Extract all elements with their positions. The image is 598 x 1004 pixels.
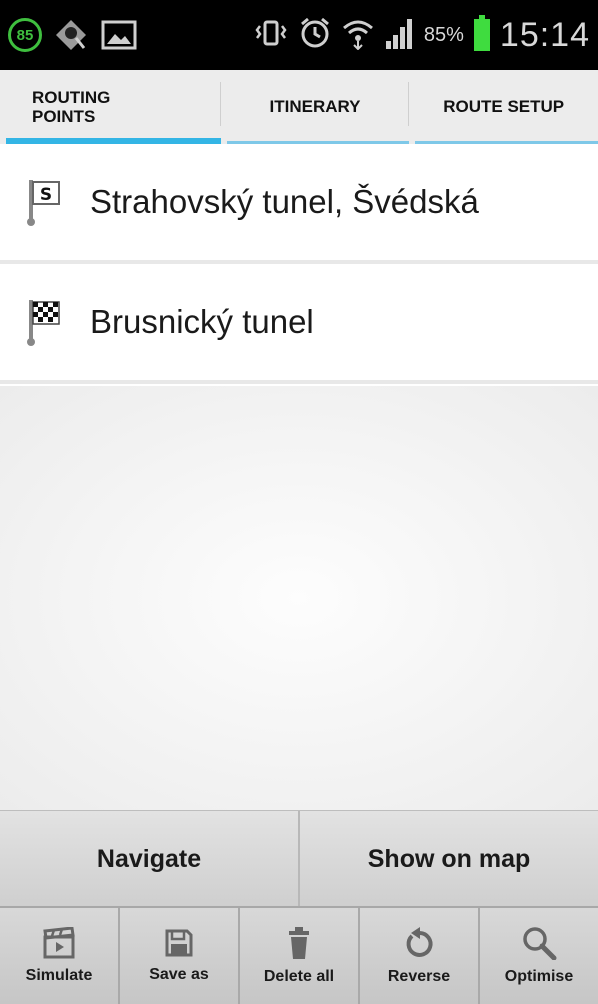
action-bar: Navigate Show on map: [0, 810, 598, 907]
alarm-icon: [298, 16, 332, 55]
status-bar: 85 85% 15:14: [0, 0, 598, 70]
clock: 15:14: [499, 15, 590, 54]
optimise-label: Optimise: [504, 968, 574, 985]
tab-routing-points[interactable]: Routing Points: [0, 70, 221, 144]
tab-bar: Routing Points Itinerary Route Setup: [0, 70, 598, 144]
status-bar-right: 85% 15:14: [254, 10, 590, 60]
magnifier-icon: [521, 926, 557, 960]
svg-text:S: S: [40, 185, 52, 205]
tab-route-setup[interactable]: Route Setup: [409, 70, 598, 144]
navigate-button[interactable]: Navigate: [0, 811, 298, 907]
save-as-label: Save as: [149, 966, 209, 983]
tab-itinerary[interactable]: Itinerary: [221, 70, 410, 144]
image-icon: [100, 18, 138, 52]
routing-point-label: Strahovský tunel, Švédská: [90, 183, 479, 220]
wifi-icon: [342, 16, 374, 55]
bottom-toolbar: Simulate Save as Delete all Reverse Opti…: [0, 906, 598, 1004]
simulate-button[interactable]: Simulate: [0, 908, 118, 1004]
tab-label: Routing Points: [32, 88, 111, 126]
routing-points-list: S Strahovský tunel, Švédská Brusnický tu…: [0, 144, 598, 384]
clapperboard-icon: [42, 927, 76, 959]
list-item[interactable]: S Strahovský tunel, Švédská: [0, 144, 598, 264]
start-flag-icon: S: [0, 178, 90, 226]
show-on-map-button[interactable]: Show on map: [298, 811, 598, 907]
optimise-button[interactable]: Optimise: [478, 908, 598, 1004]
signal-location-icon: [52, 18, 90, 52]
reverse-arrow-icon: [403, 926, 435, 960]
notification-85-icon: 85: [8, 18, 42, 52]
reverse-label: Reverse: [387, 968, 451, 985]
reverse-button[interactable]: Reverse: [358, 908, 478, 1004]
empty-content-area: [0, 386, 598, 810]
save-as-button[interactable]: Save as: [118, 908, 238, 1004]
floppy-disk-icon: [164, 928, 194, 958]
delete-all-label: Delete all: [263, 968, 335, 985]
delete-all-button[interactable]: Delete all: [238, 908, 358, 1004]
status-bar-left: 85: [8, 12, 138, 58]
simulate-label: Simulate: [25, 967, 93, 984]
cell-signal-icon: [384, 17, 414, 54]
tab-label: Route Setup: [443, 97, 565, 116]
routing-point-label: Brusnický tunel: [90, 303, 314, 340]
finish-flag-icon: [0, 298, 90, 346]
battery-percent: 85%: [423, 23, 464, 46]
battery-icon: [473, 15, 490, 51]
trash-icon: [287, 926, 311, 960]
vibrate-icon: [254, 18, 288, 53]
list-item[interactable]: Brusnický tunel: [0, 264, 598, 384]
tab-label: Itinerary: [269, 97, 361, 116]
